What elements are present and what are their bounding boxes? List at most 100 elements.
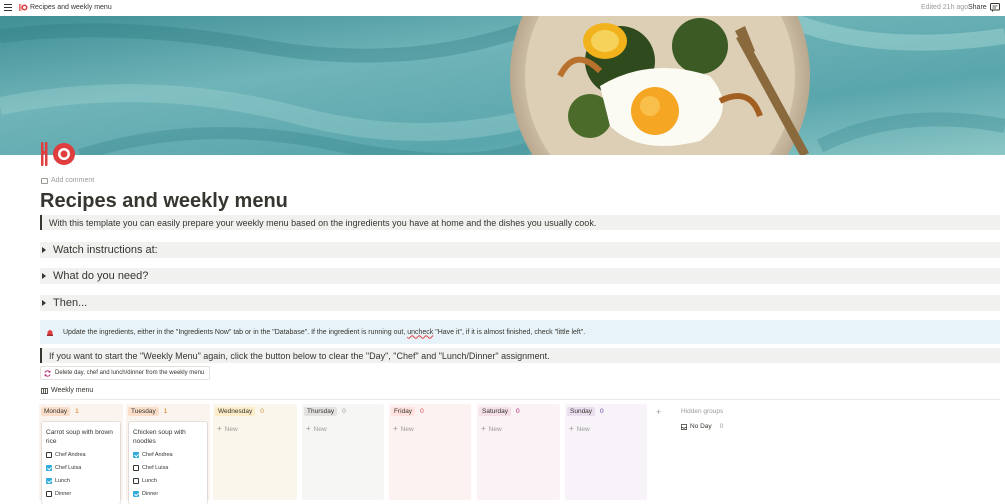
plus-icon: + xyxy=(306,424,311,433)
column-header[interactable]: Saturday 0 xyxy=(479,407,520,416)
checkbox-label: Chef Luisa xyxy=(55,465,82,471)
board-column-monday: Monday 1 Carrot soup with brown rice Che… xyxy=(39,404,123,504)
divider xyxy=(40,399,1000,400)
checkbox-label: Chef Andrea xyxy=(55,452,86,458)
callout-text: Update the ingredients, either in the "I… xyxy=(63,328,586,336)
day-pill: Thursday xyxy=(304,407,338,416)
toggle-what-you-need[interactable]: What do you need? xyxy=(40,268,1000,284)
add-comment-label: Add comment xyxy=(51,177,95,184)
checkbox-checked[interactable] xyxy=(46,465,52,471)
board-column-friday: Friday 0 + New xyxy=(389,404,471,500)
cover-image xyxy=(0,16,1005,155)
checkbox[interactable] xyxy=(133,478,139,484)
day-pill: Wednesday xyxy=(215,407,256,416)
menu-icon[interactable] xyxy=(4,4,12,11)
no-day-label: No Day xyxy=(690,423,712,430)
column-header[interactable]: Monday 1 xyxy=(41,407,79,416)
day-pill: Saturday xyxy=(479,407,512,416)
checkbox-label: Lunch xyxy=(142,478,157,484)
toggle-arrow-icon[interactable] xyxy=(42,300,46,306)
checkbox-dinner[interactable]: Dinner xyxy=(133,491,158,497)
column-count: 0 xyxy=(420,408,424,415)
new-card-button[interactable]: + New xyxy=(393,424,414,433)
inbox-icon xyxy=(681,423,687,430)
intro-text: With this template you can easily prepar… xyxy=(49,217,597,228)
new-card-button[interactable]: + New xyxy=(217,424,238,433)
checkbox-chef-luisa[interactable]: Chef Luisa xyxy=(46,465,81,471)
day-pill: Friday xyxy=(391,407,416,416)
checkbox-dinner[interactable]: Dinner xyxy=(46,491,71,497)
toggle-arrow-icon[interactable] xyxy=(42,273,46,279)
column-count: 1 xyxy=(163,408,168,415)
checkbox-checked[interactable] xyxy=(133,491,139,497)
comment-icon xyxy=(41,177,48,184)
clear-weekly-menu-button[interactable]: Delete day, chef and lunch/dinner from t… xyxy=(40,366,211,380)
edited-timestamp: Edited 21h ago xyxy=(921,4,969,11)
refresh-icon xyxy=(44,369,51,377)
toggle-then[interactable]: Then... xyxy=(40,295,1000,311)
share-button[interactable]: Share xyxy=(968,4,987,11)
column-header[interactable]: Tuesday 1 xyxy=(128,407,167,416)
day-pill: Sunday xyxy=(567,407,596,416)
db-title-label: Weekly menu xyxy=(51,387,94,394)
new-card-button[interactable]: + New xyxy=(569,424,590,433)
weekly-menu-db-title[interactable]: Weekly menu xyxy=(41,387,93,394)
toggle-label: What do you need? xyxy=(53,270,149,282)
breadcrumb[interactable]: Recipes and weekly menu xyxy=(30,4,112,11)
toggle-label: Then... xyxy=(53,297,88,309)
hidden-group-no-day[interactable]: No Day 0 xyxy=(681,423,723,430)
callout-uncheck: uncheck xyxy=(407,328,434,336)
board-column-sunday: Sunday 0 + New xyxy=(565,404,647,500)
card-title: Chicken soup with noodles xyxy=(133,429,186,445)
checkbox-chef-andrea[interactable]: Chef Andrea xyxy=(46,452,86,458)
checkbox[interactable] xyxy=(46,452,52,458)
toggle-arrow-icon[interactable] xyxy=(42,247,46,253)
plus-icon: + xyxy=(393,424,398,433)
add-comment-button[interactable]: Add comment xyxy=(41,177,94,184)
column-header[interactable]: Friday 0 xyxy=(391,407,424,416)
toggle-watch-instructions[interactable]: Watch instructions at: xyxy=(40,242,1000,258)
restart-text: If you want to start the "Weekly Menu" a… xyxy=(49,350,550,361)
plus-icon: + xyxy=(217,424,222,433)
fork-knife-plate-icon[interactable] xyxy=(39,139,77,169)
column-header[interactable]: Sunday 0 xyxy=(567,407,604,416)
new-card-button[interactable]: + New xyxy=(481,424,502,433)
board-column-tuesday: Tuesday 1 Chicken soup with noodles Chef… xyxy=(126,404,210,504)
checkbox-checked[interactable] xyxy=(46,478,52,484)
add-group-plus-icon[interactable]: + xyxy=(656,407,661,417)
checkbox-label: Dinner xyxy=(142,491,159,497)
card-title: Carrot soup with brown rice xyxy=(46,429,113,445)
column-count: 0 xyxy=(600,408,604,415)
column-count: 0 xyxy=(516,408,520,415)
checkbox-chef-andrea[interactable]: Chef Andrea xyxy=(133,452,173,458)
day-pill: Monday xyxy=(41,407,71,416)
checkbox-checked[interactable] xyxy=(133,452,139,458)
checkbox-label: Dinner xyxy=(55,491,72,497)
clear-button-label: Delete day, chef and lunch/dinner from t… xyxy=(55,370,205,376)
checkbox[interactable] xyxy=(46,491,52,497)
checkbox-lunch[interactable]: Lunch xyxy=(46,478,70,484)
new-card-button[interactable]: + New xyxy=(306,424,327,433)
column-header[interactable]: Wednesday 0 xyxy=(215,407,264,416)
checkbox-label: Lunch xyxy=(55,478,70,484)
checkbox[interactable] xyxy=(133,465,139,471)
checkbox-lunch[interactable]: Lunch xyxy=(133,478,157,484)
page-title[interactable]: Recipes and weekly menu xyxy=(40,190,288,213)
board-column-saturday: Saturday 0 + New xyxy=(477,404,560,500)
column-count: 1 xyxy=(75,408,79,415)
board-icon xyxy=(41,387,48,394)
column-count: 0 xyxy=(260,408,264,415)
column-header[interactable]: Thursday 0 xyxy=(304,407,346,416)
restart-quote: If you want to start the "Weekly Menu" a… xyxy=(40,348,1000,363)
no-day-count: 0 xyxy=(719,423,724,430)
day-pill: Tuesday xyxy=(128,407,159,416)
checkbox-chef-luisa[interactable]: Chef Luisa xyxy=(133,465,168,471)
plus-icon: + xyxy=(481,424,486,433)
fork-knife-plate-icon xyxy=(19,4,28,11)
recipe-card-chicken-soup[interactable]: Chicken soup with noodles Chef Andrea Ch… xyxy=(129,422,207,504)
comment-icon[interactable] xyxy=(990,3,1000,12)
plus-icon: + xyxy=(569,424,574,433)
intro-quote: With this template you can easily prepar… xyxy=(40,215,1000,230)
ingredients-callout: Update the ingredients, either in the "I… xyxy=(40,320,1000,344)
recipe-card-carrot-soup[interactable]: Carrot soup with brown rice Chef Andrea … xyxy=(42,422,120,504)
